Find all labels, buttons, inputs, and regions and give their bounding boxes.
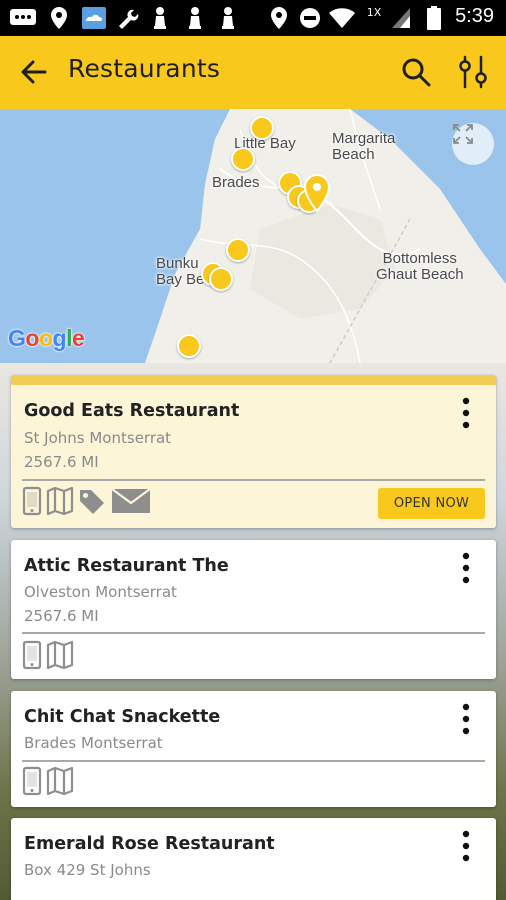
wifi-icon: [328, 6, 356, 30]
list-item[interactable]: Chit Chat Snackette Brades Montserrat: [11, 691, 496, 807]
map-icon[interactable]: [46, 640, 74, 674]
filter-sliders-icon[interactable]: [456, 54, 490, 90]
wrench-icon: [115, 6, 141, 30]
page-title: Restaurants: [68, 54, 221, 83]
more-options-icon[interactable]: [454, 550, 478, 586]
restaurant-distance: 2567.6 MI: [24, 607, 99, 625]
divider: [22, 479, 485, 481]
phone-icon[interactable]: [22, 766, 42, 800]
map-label-bottomless-ghaut: Bottomless Ghaut Beach: [376, 250, 464, 283]
signal-type-label: 1X: [366, 6, 382, 19]
divider: [22, 760, 485, 762]
phone-icon[interactable]: [22, 486, 42, 520]
location-pin-icon: [48, 6, 70, 30]
do-not-disturb-icon: [298, 6, 322, 30]
weather-icon: [80, 6, 108, 30]
google-logo: Google: [8, 325, 85, 351]
signal-icon: [390, 6, 412, 30]
chess-piece-icon: [150, 6, 170, 30]
back-arrow-icon[interactable]: [18, 56, 50, 88]
mail-icon[interactable]: [110, 486, 152, 520]
map-view[interactable]: Little Bay Margarita Beach Brades Bunku …: [0, 109, 506, 363]
chess-piece-icon: [218, 6, 238, 30]
restaurant-name: Attic Restaurant The: [24, 556, 229, 576]
restaurant-name: Emerald Rose Restaurant: [24, 834, 275, 854]
chess-piece-icon: [185, 6, 205, 30]
restaurant-name: Good Eats Restaurant: [24, 401, 240, 421]
restaurant-address: Box 429 St Johns: [24, 861, 151, 879]
tag-icon[interactable]: [78, 486, 106, 520]
action-icons: [22, 640, 74, 674]
map-marker[interactable]: [177, 334, 201, 358]
list-item[interactable]: Attic Restaurant The Olveston Montserrat…: [11, 540, 496, 679]
restaurant-address: Olveston Montserrat: [24, 583, 177, 601]
more-options-icon[interactable]: [454, 395, 478, 431]
map-label-brades: Brades: [212, 174, 260, 191]
open-now-badge: OPEN NOW: [378, 488, 485, 519]
map-marker[interactable]: [231, 147, 255, 171]
map-label-bunkum-bay: Bunku Bay Be: [156, 255, 205, 288]
app-bar: Restaurants: [0, 36, 506, 109]
list-item[interactable]: Emerald Rose Restaurant Box 429 St Johns: [11, 818, 496, 900]
search-icon[interactable]: [400, 56, 432, 88]
map-marker[interactable]: [250, 116, 274, 140]
action-icons: [22, 766, 74, 800]
divider: [22, 632, 485, 634]
fullscreen-expand-icon[interactable]: [452, 123, 494, 165]
action-icons: [22, 486, 152, 520]
map-marker[interactable]: [226, 238, 250, 262]
location-icon: [268, 6, 290, 30]
map-icon[interactable]: [46, 486, 74, 520]
map-icon[interactable]: [46, 766, 74, 800]
restaurant-address: Brades Montserrat: [24, 734, 163, 752]
battery-icon: [426, 6, 442, 30]
map-label-margarita-beach: Margarita Beach: [332, 130, 396, 163]
restaurant-distance: 2567.6 MI: [24, 453, 99, 471]
messages-icon: [8, 6, 38, 30]
restaurant-list[interactable]: Good Eats Restaurant St Johns Montserrat…: [0, 363, 506, 900]
selected-map-marker[interactable]: [303, 173, 331, 213]
more-options-icon[interactable]: [454, 701, 478, 737]
restaurant-name: Chit Chat Snackette: [24, 707, 221, 727]
status-bar: 1X 5:39: [0, 0, 506, 36]
map-marker[interactable]: [209, 267, 233, 291]
restaurant-address: St Johns Montserrat: [24, 429, 172, 447]
clock: 5:39: [455, 5, 494, 27]
more-options-icon[interactable]: [454, 828, 478, 864]
list-item[interactable]: Good Eats Restaurant St Johns Montserrat…: [11, 375, 496, 528]
phone-icon[interactable]: [22, 640, 42, 674]
